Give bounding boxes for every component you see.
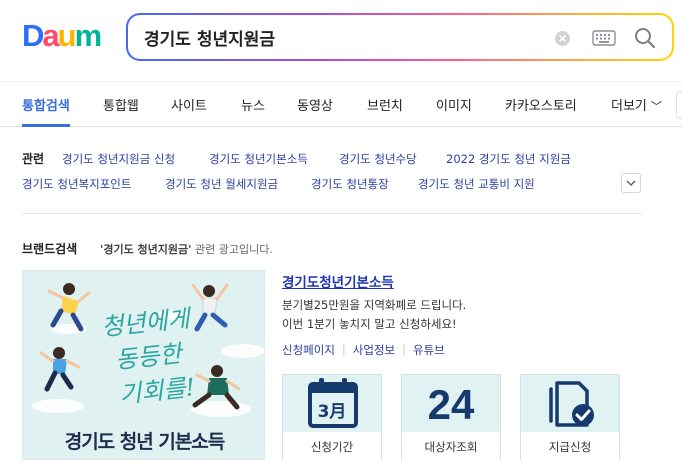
chevron-down-icon: ﹀ bbox=[650, 100, 662, 113]
tab-integrated[interactable]: 통합검색 bbox=[22, 95, 70, 114]
ad-description-line: 이번 1분기 놓치지 말고 신청하세요! bbox=[282, 317, 457, 331]
brand-note-suffix: 관련 광고입니다. bbox=[191, 243, 273, 256]
ad-link-youtube[interactable]: 유튜브 bbox=[413, 342, 445, 358]
tab-web[interactable]: 통합웹 bbox=[103, 95, 139, 114]
card-label: 대상자조회 bbox=[402, 432, 500, 461]
search-box bbox=[128, 15, 672, 59]
tab-brunch[interactable]: 브런치 bbox=[367, 95, 403, 114]
close-icon bbox=[559, 35, 566, 42]
tab-video[interactable]: 동영상 bbox=[297, 95, 333, 114]
card-application-period[interactable]: 3月 신청기간 bbox=[282, 374, 382, 461]
logo-letter-d: D bbox=[22, 18, 44, 53]
search-bar bbox=[126, 13, 674, 61]
chevron-down-icon bbox=[626, 180, 636, 186]
keyboard-button[interactable] bbox=[592, 29, 616, 47]
logo-letter-u: u bbox=[57, 18, 77, 53]
search-icon bbox=[635, 28, 656, 49]
link-separator: | bbox=[402, 342, 406, 356]
calendar-month-text: 3月 bbox=[317, 402, 347, 422]
card-label: 지급신청 bbox=[521, 432, 619, 461]
logo-letter-m: m bbox=[74, 18, 103, 53]
related-item[interactable]: 경기도 청년 교통비 지원 bbox=[418, 176, 535, 192]
tab-kakaostory[interactable]: 카카오스토리 bbox=[505, 95, 577, 114]
keyboard-icon bbox=[592, 30, 616, 46]
related-item[interactable]: 2022 경기도 청년 지원금 bbox=[446, 151, 571, 167]
related-item[interactable]: 경기도 청년수당 bbox=[339, 151, 417, 167]
related-item[interactable]: 경기도 청년지원금 신청 bbox=[62, 151, 175, 167]
card-label: 신청기간 bbox=[283, 432, 381, 461]
logo-letter-a: a bbox=[42, 18, 59, 53]
tab-news[interactable]: 뉴스 bbox=[241, 95, 265, 114]
brand-note-keyword: '경기도 청년지원금' bbox=[100, 243, 192, 256]
banner-caption: 경기도 청년 기본소득 bbox=[64, 431, 226, 453]
section-divider bbox=[22, 213, 642, 214]
search-tabs: 통합검색 통합웹 사이트 뉴스 동영상 브런치 이미지 카카오스토리 더보기 ﹀ bbox=[0, 81, 682, 127]
tab-image[interactable]: 이미지 bbox=[436, 95, 472, 114]
tab-more-label: 더보기 bbox=[611, 99, 647, 114]
related-label: 관련 bbox=[22, 152, 45, 166]
brand-search-title: 브랜드검색 bbox=[22, 242, 78, 256]
search-input[interactable] bbox=[144, 23, 524, 51]
daum-logo[interactable]: D a u m bbox=[22, 18, 103, 53]
ad-title-link[interactable]: 경기도청년기본소득 bbox=[282, 271, 394, 291]
related-item[interactable]: 경기도 청년통장 bbox=[311, 176, 389, 192]
clear-search-button[interactable] bbox=[555, 31, 570, 46]
ad-sublinks: 신청페이지 | 사업정보 | 유튜브 bbox=[282, 342, 445, 358]
tab-more[interactable]: 더보기 ﹀ bbox=[611, 95, 662, 114]
tab-scroll-button[interactable] bbox=[676, 91, 682, 119]
related-item[interactable]: 경기도 청년 월세지원금 bbox=[165, 176, 278, 192]
brand-search-note: '경기도 청년지원금' 관련 광고입니다. bbox=[100, 241, 273, 257]
tab-site[interactable]: 사이트 bbox=[171, 95, 207, 114]
card-payment-request[interactable]: 지급신청 bbox=[520, 374, 620, 461]
related-item[interactable]: 경기도 청년기본소득 bbox=[209, 151, 308, 167]
card-number: 24 bbox=[427, 381, 475, 428]
search-button[interactable] bbox=[633, 26, 657, 50]
ad-description-line: 분기별25만원을 지역화폐로 드립니다. bbox=[282, 298, 467, 312]
active-tab-indicator bbox=[22, 124, 70, 127]
related-expand-button[interactable] bbox=[621, 173, 641, 193]
link-separator: | bbox=[341, 342, 346, 356]
brand-banner-image[interactable]: 청년에게 동등한 기회를! 경기도 청년 기본소득 bbox=[22, 270, 265, 460]
card-eligibility-check[interactable]: 24 대상자조회 bbox=[401, 374, 501, 461]
ad-link-apply-page[interactable]: 신청페이지 bbox=[282, 342, 335, 358]
ad-link-business-info[interactable]: 사업정보 bbox=[353, 342, 395, 358]
related-item[interactable]: 경기도 청년복지포인트 bbox=[22, 176, 131, 192]
document-check-icon bbox=[549, 381, 594, 427]
